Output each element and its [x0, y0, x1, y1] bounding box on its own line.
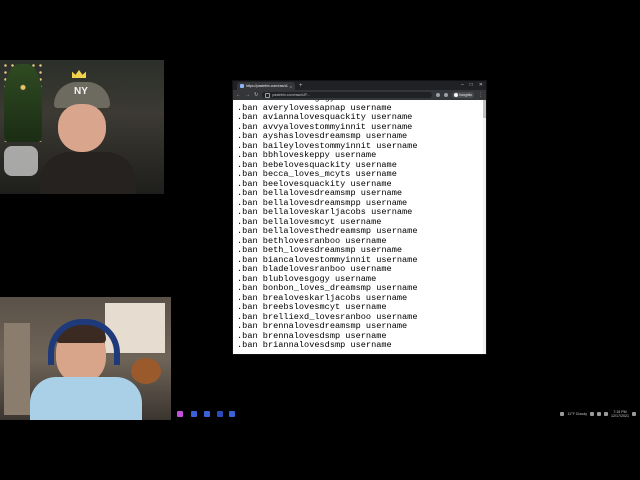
browser-window: https://pastebin.com/raw/dJF... × + – □ … — [233, 81, 486, 354]
browser-tab[interactable]: https://pastebin.com/raw/dJF... × — [237, 82, 295, 90]
microphone-icon — [4, 146, 38, 176]
clock-date: 12/17/2021 — [611, 414, 629, 418]
clock[interactable]: 7:15 PM 12/17/2021 — [611, 410, 629, 418]
face — [58, 104, 106, 152]
webcam-bottom — [0, 297, 171, 420]
taskbar-app-icon[interactable] — [177, 411, 183, 417]
crown-icon — [72, 70, 86, 78]
minimize-icon[interactable]: – — [461, 81, 464, 90]
back-icon[interactable]: ← — [236, 90, 241, 100]
weather-text[interactable]: 11°F Cloudy — [567, 412, 587, 416]
tab-title: https://pastebin.com/raw/dJF... — [246, 84, 288, 88]
new-tab-icon[interactable]: + — [299, 82, 303, 90]
incognito-icon — [454, 93, 459, 97]
window-controls: – □ ✕ — [461, 81, 483, 90]
door — [4, 323, 30, 415]
cap-logo: NY — [74, 86, 88, 97]
extension-icon[interactable] — [444, 93, 449, 97]
paste-line: .ban briannalovesdsmp username — [237, 340, 392, 350]
paste-text: .ban avanilovesgogy username.ban averylo… — [237, 100, 418, 351]
system-tray: 11°F Cloudy 7:15 PM 12/17/2021 — [560, 410, 636, 418]
shirt — [30, 377, 142, 420]
reload-icon[interactable]: ↻ — [254, 90, 258, 100]
menu-icon[interactable]: ⋮ — [478, 90, 483, 100]
scrollbar-thumb[interactable] — [483, 100, 486, 118]
page-content: .ban avanilovesgogy username.ban averylo… — [233, 100, 486, 354]
profile-button[interactable]: Incognito — [452, 92, 474, 98]
lock-icon — [265, 92, 271, 98]
maximize-icon[interactable]: □ — [470, 81, 473, 90]
streamer-2 — [30, 315, 142, 420]
weather-icon — [560, 412, 565, 416]
profile-label: Incognito — [459, 93, 472, 97]
taskbar: 11°F Cloudy 7:15 PM 12/17/2021 — [171, 408, 640, 420]
webcam-top: NY — [0, 60, 164, 194]
forward-icon[interactable]: → — [245, 90, 250, 100]
network-icon[interactable] — [597, 412, 601, 416]
notifications-icon[interactable] — [632, 412, 636, 416]
extension-icon[interactable] — [436, 93, 441, 97]
teddy-bear — [131, 358, 161, 384]
headset-icon — [48, 319, 120, 365]
taskbar-app-icon[interactable] — [217, 411, 223, 417]
volume-icon[interactable] — [604, 412, 608, 416]
taskbar-app-icon[interactable] — [204, 411, 210, 417]
shirt — [40, 152, 136, 194]
taskbar-app-icon[interactable] — [191, 411, 197, 417]
streamer-1: NY — [40, 70, 136, 194]
scrollbar[interactable] — [483, 100, 486, 354]
close-tab-icon[interactable]: × — [290, 84, 292, 89]
chevron-up-icon[interactable] — [590, 412, 594, 416]
title-bar: https://pastebin.com/raw/dJF... × + – □ … — [233, 81, 486, 90]
favicon-icon — [240, 84, 244, 88]
browser-toolbar: ← → ↻ pastebin.com/raw/dJF... Incognito … — [233, 90, 486, 100]
taskbar-app-icon[interactable] — [229, 411, 235, 417]
url-text: pastebin.com/raw/dJF... — [272, 93, 310, 97]
address-bar[interactable]: pastebin.com/raw/dJF... — [262, 92, 433, 98]
christmas-tree — [4, 64, 42, 142]
close-window-icon[interactable]: ✕ — [479, 81, 483, 90]
